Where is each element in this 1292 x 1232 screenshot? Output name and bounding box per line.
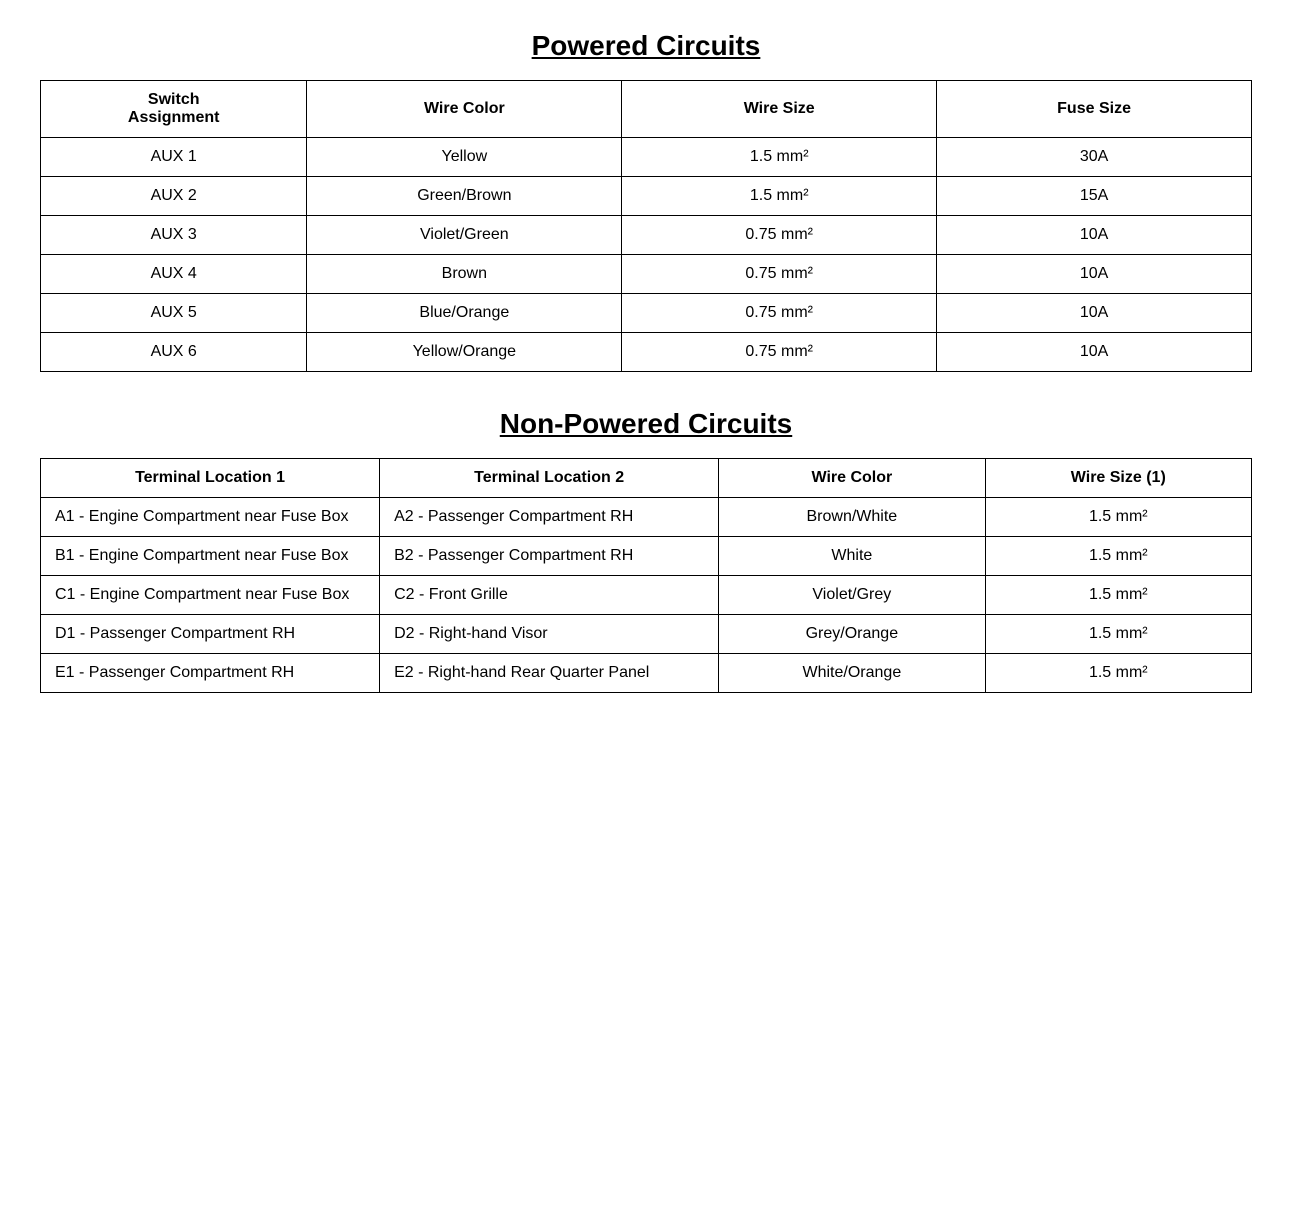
table-cell: C1 - Engine Compartment near Fuse Box: [41, 576, 380, 615]
table-cell: 1.5 mm²: [985, 498, 1251, 537]
table-cell: D2 - Right-hand Visor: [380, 615, 719, 654]
table-row: AUX 1Yellow1.5 mm²30A: [41, 138, 1252, 177]
table-cell: Grey/Orange: [719, 615, 985, 654]
table-cell: B2 - Passenger Compartment RH: [380, 537, 719, 576]
nonpowered-circuits-table: Terminal Location 1 Terminal Location 2 …: [40, 458, 1252, 693]
table-row: AUX 4Brown0.75 mm²10A: [41, 255, 1252, 294]
table-cell: D1 - Passenger Compartment RH: [41, 615, 380, 654]
table-cell: 1.5 mm²: [985, 615, 1251, 654]
table-row: D1 - Passenger Compartment RHD2 - Right-…: [41, 615, 1252, 654]
table-cell: 10A: [937, 294, 1252, 333]
powered-circuits-table: SwitchAssignment Wire Color Wire Size Fu…: [40, 80, 1252, 372]
table-cell: Violet/Grey: [719, 576, 985, 615]
table-cell: 1.5 mm²: [985, 654, 1251, 693]
table-cell: AUX 1: [41, 138, 307, 177]
powered-header-switch-assignment: SwitchAssignment: [41, 81, 307, 138]
table-row: B1 - Engine Compartment near Fuse BoxB2 …: [41, 537, 1252, 576]
table-cell: Yellow: [307, 138, 622, 177]
nonpowered-header-terminal-2: Terminal Location 2: [380, 459, 719, 498]
powered-circuits-title: Powered Circuits: [40, 30, 1252, 62]
powered-table-header-row: SwitchAssignment Wire Color Wire Size Fu…: [41, 81, 1252, 138]
table-cell: 0.75 mm²: [622, 216, 937, 255]
table-cell: A1 - Engine Compartment near Fuse Box: [41, 498, 380, 537]
powered-header-fuse-size: Fuse Size: [937, 81, 1252, 138]
table-cell: Green/Brown: [307, 177, 622, 216]
table-row: A1 - Engine Compartment near Fuse BoxA2 …: [41, 498, 1252, 537]
table-cell: E1 - Passenger Compartment RH: [41, 654, 380, 693]
table-cell: Brown/White: [719, 498, 985, 537]
table-row: AUX 3Violet/Green0.75 mm²10A: [41, 216, 1252, 255]
table-cell: White/Orange: [719, 654, 985, 693]
table-cell: 0.75 mm²: [622, 255, 937, 294]
nonpowered-table-header-row: Terminal Location 1 Terminal Location 2 …: [41, 459, 1252, 498]
nonpowered-header-terminal-1: Terminal Location 1: [41, 459, 380, 498]
table-cell: White: [719, 537, 985, 576]
nonpowered-circuits-title: Non-Powered Circuits: [40, 408, 1252, 440]
table-cell: 1.5 mm²: [622, 138, 937, 177]
table-cell: 0.75 mm²: [622, 333, 937, 372]
table-row: C1 - Engine Compartment near Fuse BoxC2 …: [41, 576, 1252, 615]
table-cell: 1.5 mm²: [985, 576, 1251, 615]
table-cell: E2 - Right-hand Rear Quarter Panel: [380, 654, 719, 693]
table-cell: Brown: [307, 255, 622, 294]
nonpowered-header-wire-size: Wire Size (1): [985, 459, 1251, 498]
table-cell: AUX 2: [41, 177, 307, 216]
table-row: AUX 5Blue/Orange0.75 mm²10A: [41, 294, 1252, 333]
table-cell: Blue/Orange: [307, 294, 622, 333]
table-cell: 10A: [937, 255, 1252, 294]
table-cell: 0.75 mm²: [622, 294, 937, 333]
table-cell: 10A: [937, 333, 1252, 372]
table-cell: 1.5 mm²: [622, 177, 937, 216]
table-cell: AUX 6: [41, 333, 307, 372]
table-cell: 10A: [937, 216, 1252, 255]
table-cell: 1.5 mm²: [985, 537, 1251, 576]
table-cell: A2 - Passenger Compartment RH: [380, 498, 719, 537]
powered-header-wire-color: Wire Color: [307, 81, 622, 138]
table-cell: AUX 5: [41, 294, 307, 333]
table-cell: AUX 4: [41, 255, 307, 294]
table-row: AUX 2Green/Brown1.5 mm²15A: [41, 177, 1252, 216]
table-cell: B1 - Engine Compartment near Fuse Box: [41, 537, 380, 576]
table-row: E1 - Passenger Compartment RHE2 - Right-…: [41, 654, 1252, 693]
powered-header-wire-size: Wire Size: [622, 81, 937, 138]
table-cell: AUX 3: [41, 216, 307, 255]
table-cell: Yellow/Orange: [307, 333, 622, 372]
table-cell: 30A: [937, 138, 1252, 177]
table-row: AUX 6Yellow/Orange0.75 mm²10A: [41, 333, 1252, 372]
table-cell: Violet/Green: [307, 216, 622, 255]
table-cell: 15A: [937, 177, 1252, 216]
nonpowered-header-wire-color: Wire Color: [719, 459, 985, 498]
table-cell: C2 - Front Grille: [380, 576, 719, 615]
